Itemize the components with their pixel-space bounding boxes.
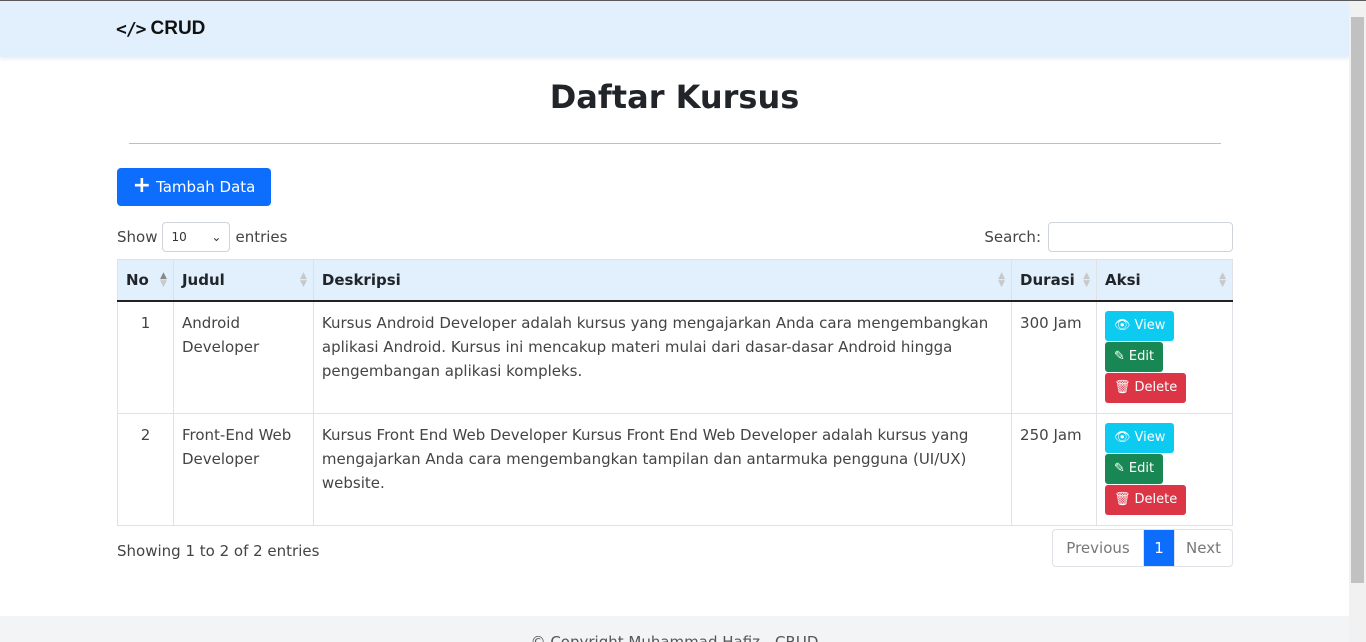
brand-logo[interactable]: </> CRUD [116, 18, 205, 40]
entries-length-control: Show 10 ⌄ entries [117, 222, 287, 252]
pencil-icon: ✎ [1114, 348, 1125, 364]
sort-icon: ▲ ▼ [1219, 271, 1226, 289]
search-control: Search: [984, 222, 1233, 252]
title-divider [129, 143, 1221, 144]
delete-button[interactable]: 🗑 Delete [1105, 372, 1187, 403]
table-info: Showing 1 to 2 of 2 entries [117, 542, 320, 560]
courses-table: No ▲ ▼ Judul ▲ ▼ Deskripsi ▲ ▼ Durasi ▲ ▼ Ak… [117, 259, 1233, 526]
pagination: Previous 1 Next [1052, 529, 1233, 567]
cell-no: 1 [117, 300, 174, 414]
cell-judul: Front-End Web Developer [173, 413, 314, 526]
cell-durasi: 300 Jam [1011, 300, 1098, 414]
eye-icon: 👁 [1114, 429, 1131, 445]
cell-durasi: 250 Jam [1011, 413, 1098, 526]
cell-deskripsi: Kursus Front End Web Developer Kursus Fr… [313, 413, 1013, 526]
column-header-durasi[interactable]: Durasi ▲ ▼ [1011, 259, 1098, 302]
entries-select-value: 10 [171, 230, 187, 244]
delete-button[interactable]: 🗑 Delete [1105, 484, 1187, 515]
column-header-aksi[interactable]: Aksi ▲ ▼ [1096, 259, 1233, 302]
trash-icon: 🗑 [1114, 379, 1131, 395]
entries-select[interactable]: 10 ⌄ [162, 222, 231, 252]
column-header-judul[interactable]: Judul ▲ ▼ [173, 259, 314, 302]
edit-button[interactable]: ✎ Edit [1105, 341, 1164, 372]
page-title: Daftar Kursus [549, 78, 800, 116]
scrollbar-thumb[interactable] [1351, 17, 1364, 583]
cell-judul: Android Developer [173, 300, 314, 414]
cell-deskripsi: Kursus Android Developer adalah kursus y… [313, 300, 1013, 414]
search-label: Search: [984, 228, 1041, 246]
view-button[interactable]: 👁 View [1105, 422, 1175, 453]
navbar: </> CRUD [0, 1, 1349, 57]
code-icon: </> [116, 18, 146, 40]
search-input[interactable] [1048, 222, 1233, 252]
sort-asc-icon: ▲ ▼ [160, 271, 167, 289]
trash-icon: 🗑 [1114, 491, 1131, 507]
pagination-previous[interactable]: Previous [1053, 530, 1144, 566]
footer: © Copyright Muhammad Hafiz - CRUD [0, 616, 1349, 642]
view-button[interactable]: 👁 View [1105, 310, 1175, 341]
cell-no: 2 [117, 413, 174, 526]
footer-copyright: © Copyright Muhammad Hafiz - CRUD [530, 633, 819, 642]
edit-button[interactable]: ✎ Edit [1105, 453, 1164, 484]
table-row: 2 Front-End Web Developer Kursus Front E… [117, 413, 1233, 526]
table-row: 1 Android Developer Kursus Android Devel… [117, 300, 1233, 414]
table-header-row: No ▲ ▼ Judul ▲ ▼ Deskripsi ▲ ▼ Durasi ▲ ▼ Ak… [117, 259, 1233, 302]
add-data-button[interactable]: + Tambah Data [117, 168, 271, 206]
cell-aksi: 👁 View ✎ Edit 🗑 Delete [1096, 413, 1233, 526]
sort-icon: ▲ ▼ [1083, 271, 1091, 289]
pagination-next[interactable]: Next [1174, 530, 1232, 566]
plus-icon: + [132, 173, 152, 198]
entries-label: entries [235, 228, 288, 246]
brand-label: CRUD [150, 18, 206, 39]
sort-icon: ▲ ▼ [998, 271, 1006, 289]
column-header-no[interactable]: No ▲ ▼ [117, 259, 174, 302]
chevron-down-icon: ⌄ [211, 230, 222, 244]
cell-aksi: 👁 View ✎ Edit 🗑 Delete [1096, 300, 1233, 414]
sort-icon: ▲ ▼ [299, 271, 307, 289]
pencil-icon: ✎ [1114, 460, 1125, 476]
show-label: Show [117, 228, 158, 246]
pagination-page-1[interactable]: 1 [1144, 530, 1174, 566]
page-scrollbar[interactable] [1349, 1, 1366, 642]
add-data-label: Tambah Data [156, 178, 256, 196]
column-header-deskripsi[interactable]: Deskripsi ▲ ▼ [313, 259, 1013, 302]
eye-icon: 👁 [1114, 317, 1131, 333]
